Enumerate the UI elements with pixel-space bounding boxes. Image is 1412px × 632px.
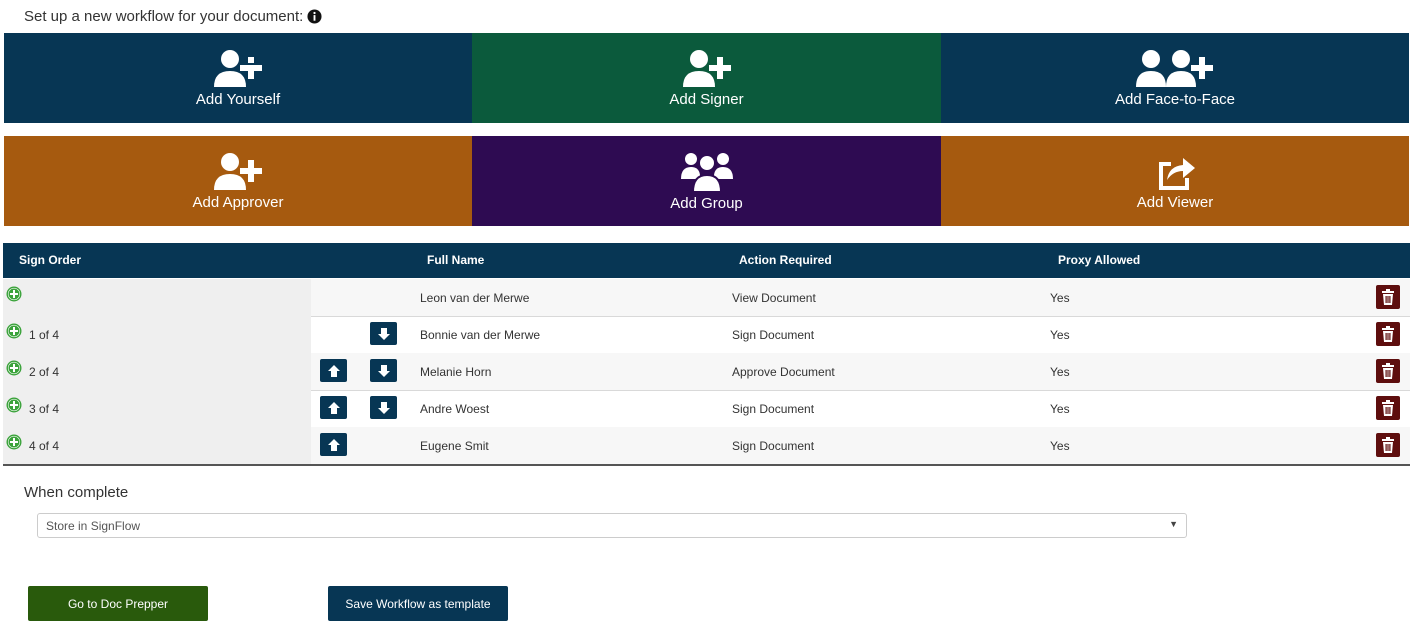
caret-down-icon: ▼ <box>1169 519 1178 529</box>
action-required-text: Sign Document <box>732 328 815 342</box>
when-complete-selected: Store in SignFlow <box>46 518 141 533</box>
header-full-name: Full Name <box>427 253 485 267</box>
move-down-button[interactable] <box>370 396 397 419</box>
action-required-text: Sign Document <box>732 402 815 416</box>
add-signer-tile[interactable]: Add Signer <box>472 33 941 123</box>
add-group-tile[interactable]: Add Group <box>472 136 941 226</box>
table-row: 2 of 4 Melanie Horn Approve Document Yes <box>3 353 1410 391</box>
go-to-doc-prepper-button[interactable]: Go to Doc Prepper <box>28 586 208 621</box>
add-face-to-face-label: Add Face-to-Face <box>1114 90 1236 108</box>
header-proxy-allowed: Proxy Allowed <box>1058 253 1141 267</box>
info-icon[interactable] <box>307 9 322 24</box>
add-face-to-face-tile[interactable]: Add Face-to-Face <box>941 33 1409 123</box>
header-action-required: Action Required <box>739 253 832 267</box>
proxy-allowed-text: Yes <box>1050 328 1070 342</box>
add-approver-label: Add Approver <box>192 193 284 211</box>
sign-order-text: 1 of 4 <box>29 328 60 342</box>
table-row: 3 of 4 Andre Woest Sign Document Yes <box>3 390 1410 428</box>
action-required-text: Approve Document <box>732 365 835 379</box>
trash-icon <box>1382 289 1394 305</box>
full-name-text: Melanie Horn <box>420 365 492 379</box>
doc-prepper-label: Go to Doc Prepper <box>67 596 169 611</box>
add-after-icon[interactable] <box>6 360 22 376</box>
user-plus-icon <box>682 49 731 87</box>
user-plus-icon <box>214 152 262 190</box>
delete-button[interactable] <box>1376 433 1400 457</box>
add-viewer-tile[interactable]: Add Viewer <box>941 136 1409 226</box>
workflow-table-header: Sign Order Full Name Action Required Pro… <box>3 243 1410 278</box>
workflow-intro: Set up a new workflow for your document: <box>24 8 322 25</box>
header-sign-order: Sign Order <box>19 253 82 267</box>
when-complete-label: When complete <box>24 484 129 501</box>
add-after-icon[interactable] <box>6 323 22 339</box>
full-name-text: Andre Woest <box>420 402 490 416</box>
arrow-up-icon <box>327 364 340 377</box>
action-required-text: Sign Document <box>732 439 815 453</box>
add-group-label: Add Group <box>670 194 743 212</box>
full-name-text: Leon van der Merwe <box>420 291 530 305</box>
proxy-allowed-text: Yes <box>1050 365 1070 379</box>
add-after-icon[interactable] <box>6 397 22 413</box>
add-viewer-label: Add Viewer <box>1136 193 1214 211</box>
trash-icon <box>1382 326 1394 342</box>
add-after-icon[interactable] <box>6 434 22 450</box>
arrow-down-icon <box>377 364 390 377</box>
users-plus-icon <box>1136 49 1213 87</box>
move-down-button[interactable] <box>370 322 397 345</box>
sign-order-text: 4 of 4 <box>29 439 60 453</box>
sign-order-cell <box>3 279 311 316</box>
arrow-up-icon <box>327 401 340 414</box>
add-yourself-tile[interactable]: Add Yourself <box>4 33 472 123</box>
add-signer-label: Add Signer <box>669 90 744 108</box>
add-yourself-label: Add Yourself <box>195 90 281 108</box>
arrow-up-icon <box>327 438 340 451</box>
share-icon <box>1159 157 1195 190</box>
move-up-button[interactable] <box>320 359 347 382</box>
table-bottom-border <box>3 464 1410 466</box>
trash-icon <box>1382 363 1394 379</box>
sign-order-text: 2 of 4 <box>29 365 60 379</box>
intro-text: Set up a new workflow for your document: <box>24 8 304 25</box>
user-plus-icon <box>214 49 264 87</box>
add-approver-tile[interactable]: Add Approver <box>4 136 472 226</box>
delete-button[interactable] <box>1376 322 1400 346</box>
action-required-text: View Document <box>732 291 816 305</box>
table-row: Leon van der Merwe View Document Yes <box>3 279 1410 317</box>
add-after-icon[interactable] <box>6 286 22 302</box>
proxy-allowed-text: Yes <box>1050 291 1070 305</box>
sign-order-text: 3 of 4 <box>29 402 60 416</box>
group-icon <box>680 152 733 193</box>
delete-button[interactable] <box>1376 285 1400 309</box>
move-up-button[interactable] <box>320 396 347 419</box>
when-complete-select[interactable]: Store in SignFlow ▼ <box>37 513 1187 538</box>
trash-icon <box>1382 400 1394 416</box>
trash-icon <box>1382 437 1394 453</box>
arrow-down-icon <box>377 327 390 340</box>
proxy-allowed-text: Yes <box>1050 439 1070 453</box>
full-name-text: Bonnie van der Merwe <box>420 328 541 342</box>
delete-button[interactable] <box>1376 396 1400 420</box>
move-down-button[interactable] <box>370 359 397 382</box>
table-row: 1 of 4 Bonnie van der Merwe Sign Document Y… <box>3 316 1410 354</box>
proxy-allowed-text: Yes <box>1050 402 1070 416</box>
save-workflow-template-button[interactable]: Save Workflow as template <box>328 586 508 621</box>
delete-button[interactable] <box>1376 359 1400 383</box>
arrow-down-icon <box>377 401 390 414</box>
save-template-label: Save Workflow as template <box>345 596 491 611</box>
table-row: 4 of 4 Eugene Smit Sign Document Yes <box>3 427 1410 465</box>
move-up-button[interactable] <box>320 433 347 456</box>
full-name-text: Eugene Smit <box>420 439 489 453</box>
